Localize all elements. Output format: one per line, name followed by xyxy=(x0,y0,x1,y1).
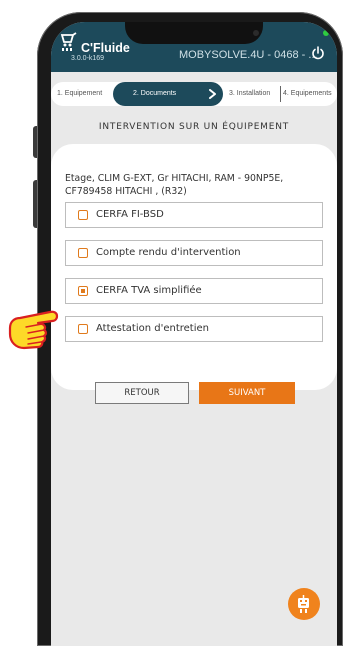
document-option-attestation[interactable]: Attestation d'entretien xyxy=(65,316,323,342)
camera-icon xyxy=(253,30,259,36)
checkbox[interactable] xyxy=(78,210,88,220)
assistant-icon xyxy=(298,595,309,613)
status-dot xyxy=(323,30,329,36)
equipment-description: Etage, CLIM G-EXT, Gr HITACHI, RAM - 90N… xyxy=(65,173,284,197)
step-equipements[interactable]: 4. Equipements xyxy=(283,82,332,106)
stepper: 1. Equipement 2. Documents 3. Installati… xyxy=(51,82,337,106)
pointing-hand-icon xyxy=(8,310,59,350)
checkbox[interactable] xyxy=(78,248,88,258)
app-version: 3.0.0-k169 xyxy=(71,55,105,62)
document-option-label: CERFA FI-BSD xyxy=(96,209,164,220)
next-button[interactable]: SUIVANT xyxy=(199,382,295,404)
document-option-label: CERFA TVA simplifiée xyxy=(96,285,202,296)
documents-card: Etage, CLIM G-EXT, Gr HITACHI, RAM - 90N… xyxy=(51,144,337,390)
step-equipement[interactable]: 1. Equipement xyxy=(57,82,102,106)
power-icon[interactable] xyxy=(311,46,325,60)
document-option-cerfa-fi-bsd[interactable]: CERFA FI-BSD xyxy=(65,202,323,228)
step-installation[interactable]: 3. Installation xyxy=(229,82,270,106)
step-separator xyxy=(280,86,281,102)
page-title: INTERVENTION SUR UN ÉQUIPEMENT xyxy=(98,122,290,132)
device-label: MOBYSOLVE.4U - 0468 - ... xyxy=(179,49,318,61)
phone-screen: C'Fluide 3.0.0-k169 MOBYSOLVE.4U - 0468 … xyxy=(51,22,337,646)
document-option-cerfa-tva[interactable]: CERFA TVA simplifiée xyxy=(65,278,323,304)
chevron-right-icon[interactable] xyxy=(208,89,217,99)
assistant-button[interactable] xyxy=(288,588,320,620)
checkbox[interactable] xyxy=(78,324,88,334)
phone-notch xyxy=(125,22,263,44)
document-option-compte-rendu[interactable]: Compte rendu d'intervention xyxy=(65,240,323,266)
app-brand: C'Fluide xyxy=(81,41,130,55)
document-option-label: Compte rendu d'intervention xyxy=(96,247,241,258)
stage: C'Fluide 3.0.0-k169 MOBYSOLVE.4U - 0468 … xyxy=(0,0,350,646)
checkbox-checked[interactable] xyxy=(78,286,88,296)
step-documents[interactable]: 2. Documents xyxy=(113,82,223,106)
document-option-label: Attestation d'entretien xyxy=(96,323,209,334)
back-button[interactable]: RETOUR xyxy=(95,382,189,404)
cfluide-logo-icon xyxy=(60,32,77,51)
